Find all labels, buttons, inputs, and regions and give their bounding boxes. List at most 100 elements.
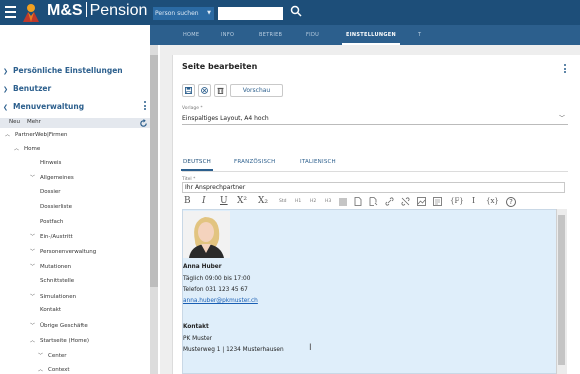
trash-icon xyxy=(217,87,224,94)
delete-button[interactable] xyxy=(214,84,227,97)
tree-item-label: Dossierliste xyxy=(40,204,72,210)
tree-item[interactable]: Dossierliste xyxy=(40,204,72,210)
variable-button[interactable]: {F} xyxy=(450,197,464,205)
tree-item-label: Home xyxy=(24,146,41,152)
tree-item-label: Simulationen xyxy=(40,294,77,300)
template-label: Vorlage * xyxy=(182,106,203,111)
chevron-down-icon: ﹀ xyxy=(30,234,36,240)
contact-org: PK Muster xyxy=(183,336,213,342)
chevron-down-icon: ▼ xyxy=(207,10,211,16)
template-select[interactable]: Einspaltiges Layout, A4 hoch ﹀ xyxy=(182,112,568,125)
tree-item-label: Übrige Geschäfte xyxy=(40,323,88,329)
chevron-down-icon: ﹀ xyxy=(30,249,36,255)
tab-deutsch[interactable]: DEUTSCH xyxy=(181,159,213,171)
tab-einstellungen[interactable]: EINSTELLUNGEN xyxy=(342,25,400,45)
tree-item[interactable]: ︿ Context xyxy=(38,366,70,373)
tree-item[interactable]: ﹀ Ein-/Austritt xyxy=(30,233,73,240)
tab-t[interactable]: T xyxy=(418,25,421,45)
italic-button[interactable]: I xyxy=(202,196,206,206)
tree-item[interactable]: ﹀ Center xyxy=(38,352,67,359)
tree-item-label: Schnittstelle xyxy=(40,278,75,284)
tab-italienisch[interactable]: ITALIENISCH xyxy=(300,159,336,165)
file-icon[interactable] xyxy=(433,197,442,206)
style-h1-button[interactable]: H1 xyxy=(295,199,301,204)
editor-scrollbar-thumb[interactable] xyxy=(558,215,565,365)
tree-item[interactable]: ︿ PartnerWeb|Firmen xyxy=(5,131,68,138)
tab-franzoesisch[interactable]: FRANZÖSISCH xyxy=(234,159,276,165)
save-button[interactable] xyxy=(182,84,195,97)
sidebar-scrollbar-thumb[interactable] xyxy=(150,55,158,287)
text-cursor-icon: I xyxy=(309,343,312,353)
style-h2-button[interactable]: H2 xyxy=(310,199,316,204)
tab-betrieb[interactable]: BETRIEB xyxy=(259,25,282,45)
more-options-icon[interactable] xyxy=(564,64,566,75)
brand-left: M&S xyxy=(47,2,83,19)
chevron-up-icon: ❮ xyxy=(3,104,9,111)
preview-button[interactable]: Vorschau xyxy=(230,84,283,97)
brand-right: Pension xyxy=(89,2,148,19)
tree-item[interactable]: ﹀ Personenverwaltung xyxy=(30,248,96,255)
unlink-icon[interactable] xyxy=(401,197,410,206)
title-input[interactable]: Ihr Ansprechpartner xyxy=(182,182,565,193)
link-document-icon[interactable] xyxy=(369,197,378,206)
search-icon[interactable] xyxy=(290,5,302,18)
tree-item-label: PartnerWeb|Firmen xyxy=(15,132,68,138)
tree-item[interactable]: Hinweis xyxy=(40,160,61,166)
chevron-up-icon: ︿ xyxy=(14,146,20,152)
close-circle-icon xyxy=(201,87,208,94)
tree-item[interactable]: Postfach xyxy=(40,219,63,225)
tree-item[interactable]: Kontakt xyxy=(40,307,61,313)
text-cursor-button[interactable]: I xyxy=(472,196,475,205)
more-button[interactable]: Mehr xyxy=(27,119,41,125)
refresh-icon[interactable] xyxy=(139,119,148,128)
link-icon[interactable] xyxy=(385,197,394,206)
person-select[interactable]: Person suchen ▼ xyxy=(153,7,214,20)
contact-email-link[interactable]: anna.huber@pkmuster.ch xyxy=(183,298,258,304)
section-personal-settings[interactable]: ❯ Persönliche Einstellungen xyxy=(3,66,123,75)
tree-item[interactable]: ﹀ Mutationen xyxy=(30,263,71,270)
logo-icon xyxy=(23,4,39,22)
chevron-down-icon: ﹀ xyxy=(30,323,36,329)
style-std-button[interactable]: Std xyxy=(279,199,286,204)
code-button[interactable]: {x} xyxy=(486,197,499,205)
tab-info[interactable]: INFO xyxy=(221,25,234,45)
menu-icon[interactable] xyxy=(5,6,16,18)
style-h3-button[interactable]: H3 xyxy=(325,199,331,204)
page-title: Seite bearbeiten xyxy=(182,62,258,71)
tree-item-label: Dossier xyxy=(40,189,61,195)
superscript-button[interactable]: X² xyxy=(237,196,247,206)
contact-name: Anna Huber xyxy=(183,264,222,270)
more-options-icon[interactable] xyxy=(144,101,146,112)
tab-fidu[interactable]: FIDU xyxy=(306,25,319,45)
chevron-down-icon: ﹀ xyxy=(30,175,36,181)
bold-button[interactable]: B xyxy=(184,196,191,206)
chevron-down-icon: ﹀ xyxy=(38,353,44,359)
tab-home[interactable]: HOME xyxy=(183,25,199,45)
new-button[interactable]: Neu xyxy=(9,119,20,125)
tree-item-label: Ein-/Austritt xyxy=(40,234,73,240)
underline-button[interactable]: U xyxy=(220,196,228,206)
cancel-button[interactable] xyxy=(198,84,211,97)
tree-item[interactable]: Dossier xyxy=(40,189,61,195)
document-icon[interactable] xyxy=(354,197,362,206)
section-menu-management[interactable]: ❮ Menuverwaltung xyxy=(3,102,84,111)
editor-toolbar: B I U X² X₂ Std H1 H2 H3 {F} I {x} ? xyxy=(182,195,562,209)
section-users[interactable]: ❯ Benutzer xyxy=(3,84,51,93)
tree-item[interactable]: ﹀ Simulationen xyxy=(30,293,76,300)
tree-item[interactable]: ︿ Startseite (Home) xyxy=(30,337,89,344)
image-icon[interactable] xyxy=(417,197,426,206)
tree-item-label: Context xyxy=(48,367,70,373)
tree-item[interactable]: Schnittstelle xyxy=(40,278,74,284)
tree-item-label: Mutationen xyxy=(40,264,72,270)
list-icon[interactable] xyxy=(339,198,347,206)
tree-item-label: Personenverwaltung xyxy=(40,249,97,255)
help-button[interactable]: ? xyxy=(506,197,516,207)
search-input[interactable] xyxy=(218,7,283,20)
subscript-button[interactable]: X₂ xyxy=(258,196,268,206)
chevron-down-icon: ﹀ xyxy=(30,294,36,300)
contact-heading: Kontakt xyxy=(183,324,209,330)
tree-item[interactable]: ﹀ Übrige Geschäfte xyxy=(30,322,88,329)
tree-item[interactable]: ︿ Home xyxy=(14,145,40,152)
section-label: Persönliche Einstellungen xyxy=(13,66,123,75)
tree-item[interactable]: ﹀ Allgemeines xyxy=(30,174,74,181)
